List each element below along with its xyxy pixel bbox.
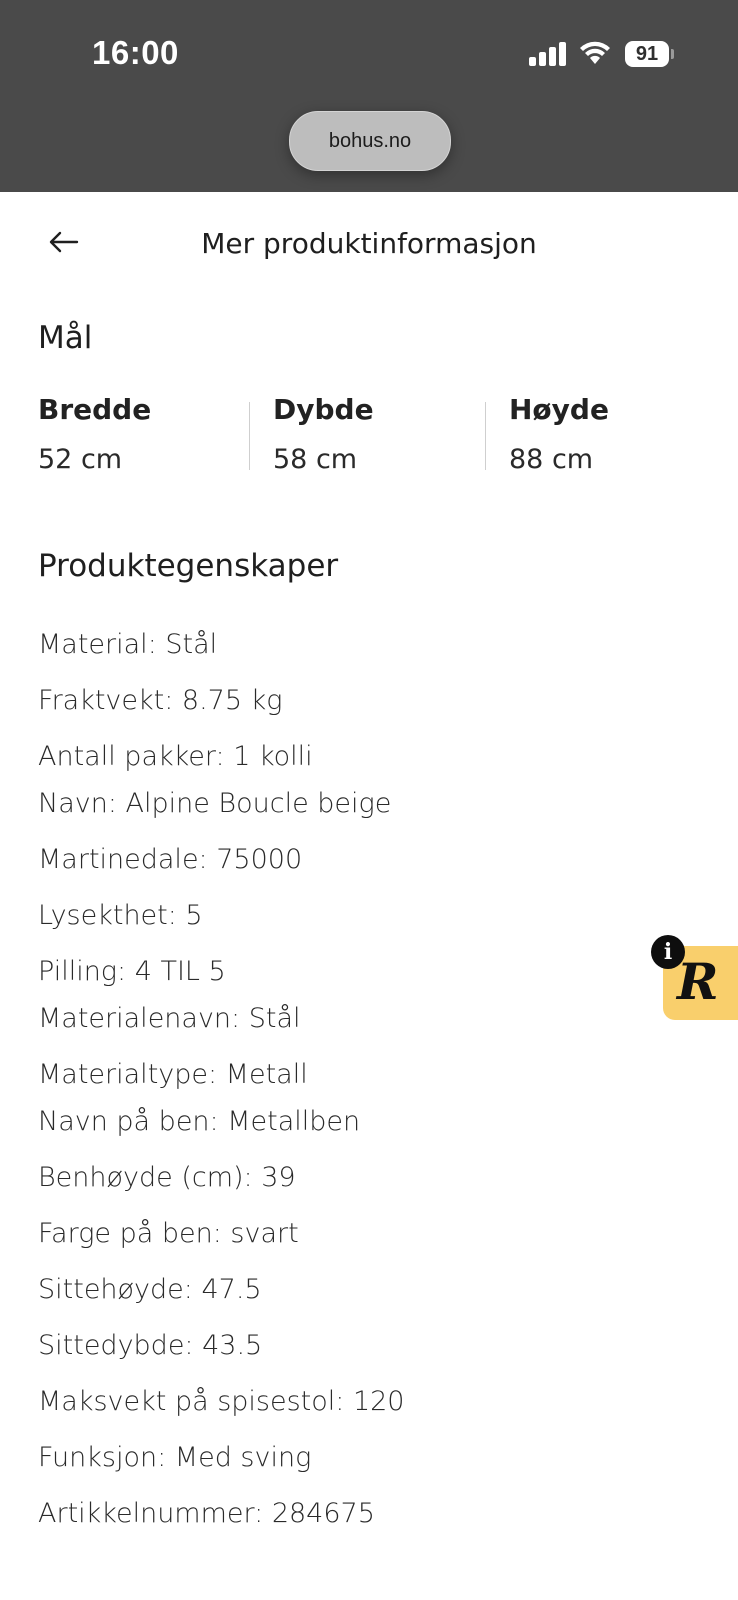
property-item: Benhøyde (cm): 39 [38, 1162, 296, 1193]
browser-chrome: 16:00 91 bohus.no [0, 0, 738, 192]
property-item: Artikkelnummer: 284675 [38, 1498, 375, 1529]
dimensions-heading: Mål [38, 320, 93, 356]
dimension-value: 58 cm [273, 444, 358, 475]
property-item: Navn: Alpine Boucle beige [38, 788, 392, 819]
dimension-label: Bredde [38, 393, 152, 426]
battery-level: 91 [625, 41, 669, 67]
property-item: Pilling: 4 TIL 5 [38, 956, 226, 987]
dimension-depth: Dybde 58 cm [273, 392, 374, 475]
dimension-value: 88 cm [509, 444, 594, 475]
property-item: Farge på ben: svart [38, 1218, 299, 1249]
property-item: Sittehøyde: 47.5 [38, 1274, 262, 1305]
property-item: Funksjon: Med sving [38, 1442, 312, 1473]
property-item: Martinedale: 75000 [38, 844, 303, 875]
property-item: Lysekthet: 5 [38, 900, 203, 931]
widget-logo-icon: R [677, 952, 719, 1011]
arrow-left-icon [49, 231, 79, 253]
signal-icon [529, 42, 567, 66]
wifi-icon [580, 41, 610, 64]
dimension-label: Høyde [509, 393, 609, 426]
properties-heading: Produktegenskaper [38, 548, 339, 584]
property-item: Antall pakker: 1 kolli [38, 741, 313, 772]
dimension-value: 52 cm [38, 444, 123, 475]
property-item: Maksvekt på spisestol: 120 [38, 1386, 405, 1417]
dimension-divider [249, 402, 250, 470]
property-item: Sittedybde: 43.5 [38, 1330, 263, 1361]
url-bar[interactable]: bohus.no [289, 111, 451, 171]
info-icon[interactable]: i [651, 935, 685, 969]
dimension-divider [485, 402, 486, 470]
property-item: Navn på ben: Metallben [38, 1106, 361, 1137]
page-title: Mer produktinformasjon [201, 227, 537, 260]
property-item: Fraktvekt: 8.75 kg [38, 685, 283, 716]
dimension-label: Dybde [273, 393, 374, 426]
property-item: Materialenavn: Stål [38, 1003, 301, 1034]
status-time: 16:00 [92, 34, 179, 71]
back-button[interactable] [44, 222, 84, 262]
battery-icon: 91 [625, 41, 674, 67]
dimension-height: Høyde 88 cm [509, 392, 609, 475]
property-item: Materialtype: Metall [38, 1059, 308, 1090]
dimension-width: Bredde 52 cm [38, 392, 152, 475]
property-item: Material: Stål [38, 629, 218, 660]
